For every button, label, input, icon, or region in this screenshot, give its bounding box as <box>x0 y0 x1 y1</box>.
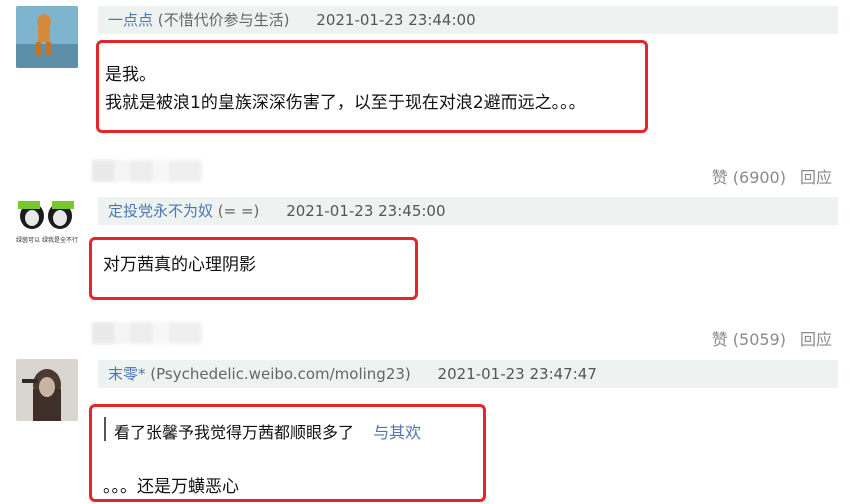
avatar-image <box>16 6 78 68</box>
comment-meta: 末零* (Psychedelic.weibo.com/moling23) 202… <box>98 360 838 388</box>
comment-text-line: 我就是被浪1的皇族深深伤害了，以至于现在对浪2避而远之。。。 <box>105 93 586 113</box>
comment-time: 2021-01-23 23:44:00 <box>316 11 476 29</box>
user-signature: (Psychedelic.weibo.com/moling23) <box>150 365 411 383</box>
avatar-caption: 绿茵可以 绿我是全不行 <box>16 236 78 244</box>
comment-actions: 赞 (5059) 回应 <box>698 326 832 350</box>
user-avatar[interactable] <box>16 359 78 421</box>
quote-bar <box>104 417 106 441</box>
highlight-box <box>96 40 648 133</box>
comment-meta: 一点点 (不惜代价参与生活) 2021-01-23 23:44:00 <box>98 6 838 34</box>
user-avatar[interactable] <box>16 6 78 68</box>
username-link[interactable]: 定投党永不为奴 <box>108 202 213 220</box>
comment-actions: 赞 (6900) 回应 <box>698 164 832 188</box>
like-button[interactable]: 赞 (5059) <box>712 330 786 349</box>
user-avatar[interactable]: 绿茵可以 绿我是全不行 <box>16 196 78 258</box>
username-link[interactable]: 末零* <box>108 365 146 383</box>
quoted-author-link[interactable]: 与其欢 <box>373 423 421 442</box>
reply-button[interactable]: 回应 <box>800 168 832 187</box>
comment-time: 2021-01-23 23:47:47 <box>437 365 597 383</box>
comment-text-line: 是我。 <box>105 65 156 85</box>
username-link[interactable]: 一点点 <box>108 11 153 29</box>
avatar-image: 绿茵可以 绿我是全不行 <box>16 196 78 258</box>
quoted-comment: 看了张馨予我觉得万茜都顺眼多了 与其欢 <box>114 419 421 443</box>
comment-text-line: 对万茜真的心理阴影 <box>103 255 256 275</box>
quoted-text: 看了张馨予我觉得万茜都顺眼多了 <box>114 423 355 442</box>
user-signature: (不惜代价参与生活) <box>157 11 290 29</box>
comment-text-line: 。。。还是万蟥恶心 <box>103 477 239 497</box>
blurred-content <box>92 322 202 344</box>
comment-meta: 定投党永不为奴 (= =) 2021-01-23 23:45:00 <box>98 197 838 225</box>
comment-time: 2021-01-23 23:45:00 <box>286 202 446 220</box>
like-button[interactable]: 赞 (6900) <box>712 168 786 187</box>
avatar-image <box>16 359 78 421</box>
blurred-content <box>92 160 202 182</box>
reply-button[interactable]: 回应 <box>800 330 832 349</box>
user-signature: (= =) <box>217 202 260 220</box>
